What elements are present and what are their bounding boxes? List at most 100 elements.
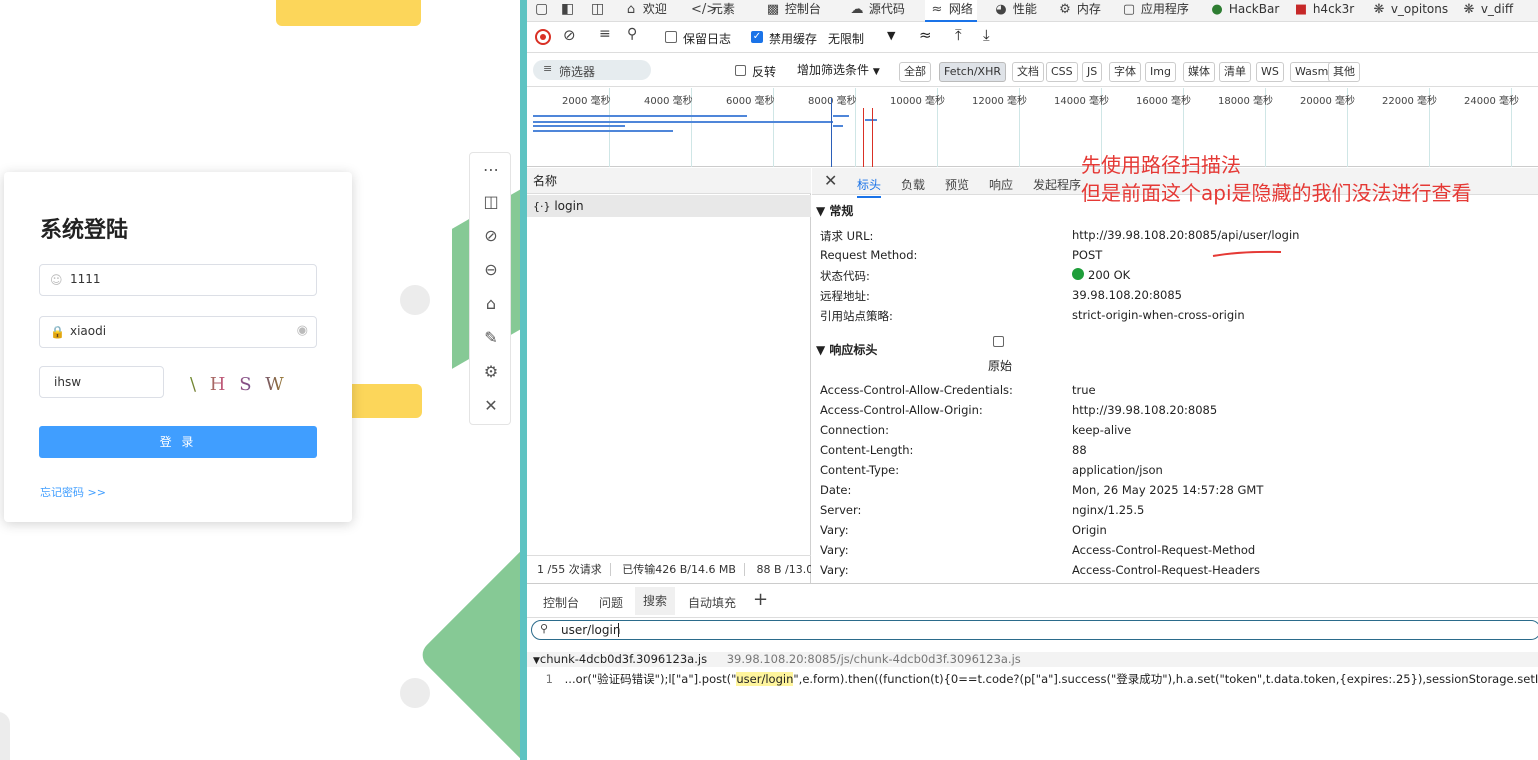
clear-icon[interactable]: ⊘ xyxy=(563,26,576,44)
tab-v-opitons[interactable]: ❋ v_opitons xyxy=(1371,0,1449,22)
chevron-down-icon[interactable]: ▼ xyxy=(887,29,895,42)
drawer-tab-autofill[interactable]: 自动填充 xyxy=(688,594,736,611)
export-icon[interactable]: ⤓ xyxy=(983,26,990,44)
forgot-password-link[interactable]: 忘记密码 >> xyxy=(40,484,106,500)
raw-checkbox[interactable] xyxy=(993,336,1004,347)
close-icon[interactable]: ✕ xyxy=(479,394,503,418)
dots-icon[interactable]: ⋯ xyxy=(479,158,503,182)
status-bar: 1 /55 次请求 已传输426 B/14.6 MB 88 B /13.0 xyxy=(527,555,811,583)
decor-green-shape-bottom xyxy=(416,541,522,760)
filter-chip[interactable]: Wasm xyxy=(1290,62,1334,82)
result-file-name: chunk-4dcb0d3f.3096123a.js xyxy=(539,652,708,666)
timeline-bar xyxy=(533,121,833,123)
panel-divider[interactable] xyxy=(520,0,527,760)
filter-chip[interactable]: 其他 xyxy=(1328,62,1360,82)
filter-chip[interactable]: Fetch/XHR xyxy=(939,62,1006,82)
drawer-tab-issues[interactable]: 问题 xyxy=(599,594,623,611)
tab-preview[interactable]: 预览 xyxy=(945,176,969,193)
header-key: Vary: xyxy=(820,563,849,577)
tab-h4ck3r[interactable]: ■ h4ck3r xyxy=(1293,0,1354,22)
disable-cache-checkbox[interactable]: ✓ xyxy=(751,31,763,43)
edit-icon[interactable]: ✎ xyxy=(479,326,503,350)
add-tab-icon[interactable]: + xyxy=(753,589,768,610)
tab-v-diff[interactable]: ❋ v_diff xyxy=(1461,0,1514,22)
line-number: 1 xyxy=(545,672,553,686)
network-timeline[interactable]: 2000 毫秒 4000 毫秒 6000 毫秒 8000 毫秒 10000 毫秒 1200… xyxy=(527,88,1538,167)
timeline-tick-label: 2000 毫秒 xyxy=(562,96,611,107)
username-field[interactable]: ☺ 1111 xyxy=(39,264,317,296)
login-button[interactable]: 登 录 xyxy=(39,426,317,458)
list-item[interactable]: {·} login xyxy=(527,195,811,217)
captcha-image[interactable]: \ H S W xyxy=(190,374,288,395)
header-key: 状态代码: xyxy=(820,269,870,283)
close-icon[interactable]: ✕ xyxy=(824,171,837,190)
filter-chip[interactable]: WS xyxy=(1256,62,1284,82)
general-section-header[interactable]: ▼ 常规 xyxy=(816,202,853,219)
record-icon[interactable] xyxy=(535,29,551,45)
caret-down-icon: ▼ xyxy=(533,656,540,666)
dom-content-loaded-marker xyxy=(831,98,832,167)
minus-circle-icon[interactable]: ⊖ xyxy=(479,258,503,282)
home-icon[interactable]: ⌂ xyxy=(479,292,503,316)
throttle-select[interactable]: 无限制 xyxy=(828,30,864,47)
filter-chip[interactable]: CSS xyxy=(1046,62,1078,82)
sidebar-icon[interactable]: ◫ xyxy=(479,190,503,214)
login-card: 系统登陆 ☺ 1111 🔒 xiaodi ◉ ihsw \ H S W 登 录 … xyxy=(4,172,352,522)
tab-memory[interactable]: ⚙ 内存 xyxy=(1057,0,1101,22)
tab-elements[interactable]: </> 元素 xyxy=(691,0,735,22)
drawer-tab-console[interactable]: 控制台 xyxy=(543,594,579,611)
filter-input[interactable]: ≡ 筛选器 xyxy=(533,60,651,80)
eye-off-icon[interactable]: ⊘ xyxy=(479,224,503,248)
dock-icon[interactable]: ◫ xyxy=(591,1,604,17)
timeline-tick-label: 16000 毫秒 xyxy=(1136,96,1191,107)
filter-chip[interactable]: JS xyxy=(1082,62,1103,82)
tab-performance[interactable]: ◕ 性能 xyxy=(993,0,1037,22)
filter-chip[interactable]: Img xyxy=(1145,62,1176,82)
filter-settings-icon[interactable]: ≡ xyxy=(599,26,611,42)
timeline-tick-label: 18000 毫秒 xyxy=(1218,96,1273,107)
load-marker xyxy=(863,108,864,167)
filter-chip[interactable]: 字体 xyxy=(1109,62,1141,82)
response-headers-section-header[interactable]: ▼ 响应标头 xyxy=(816,341,877,358)
search-result-line[interactable]: 1 ...or("验证码错误");l["a"].post("user/login… xyxy=(527,670,1538,688)
filter-chip[interactable]: 媒体 xyxy=(1183,62,1215,82)
tab-welcome[interactable]: ⌂ 欢迎 xyxy=(623,0,667,22)
header-value: Access-Control-Request-Headers xyxy=(1072,563,1260,577)
decor-yellow-mid xyxy=(346,384,422,418)
filter-chip[interactable]: 清单 xyxy=(1219,62,1251,82)
search-icon[interactable]: ⚲ xyxy=(627,26,637,42)
hacker-icon: ■ xyxy=(1294,2,1308,17)
devtools-panel: ▢ ◧ ◫ ⌂ 欢迎 </> 元素 ▩ 控制台 ☁ 源代码 ≈ 网络 ◕ 性能 … xyxy=(527,0,1538,760)
tab-headers[interactable]: 标头 xyxy=(857,176,882,198)
captcha-field[interactable]: ihsw xyxy=(39,366,164,398)
tab-payload[interactable]: 负载 xyxy=(901,176,925,193)
password-field[interactable]: 🔒 xiaodi ◉ xyxy=(39,316,317,348)
filter-chip[interactable]: 全部 xyxy=(899,62,931,82)
timeline-tick-label: 4000 毫秒 xyxy=(644,96,693,107)
preserve-log-checkbox[interactable] xyxy=(665,31,677,43)
eye-icon[interactable]: ◉ xyxy=(297,323,308,338)
name-column-header[interactable]: 名称 xyxy=(527,168,811,194)
tab-network[interactable]: ≈ 网络 xyxy=(925,0,977,22)
header-key: Content-Length: xyxy=(820,443,914,457)
tab-initiator[interactable]: 发起程序 xyxy=(1033,176,1081,193)
tab-application[interactable]: ▢ 应用程序 xyxy=(1121,0,1189,22)
tab-hackbar[interactable]: ● HackBar xyxy=(1209,0,1279,22)
invert-checkbox[interactable] xyxy=(735,65,746,76)
search-input[interactable]: ⚲ user/login xyxy=(531,620,1538,640)
device-icon[interactable]: ◧ xyxy=(561,1,574,17)
header-value: true xyxy=(1072,383,1096,397)
drawer-tab-search[interactable]: 搜索 xyxy=(635,587,676,615)
tab-console[interactable]: ▩ 控制台 xyxy=(765,0,821,22)
tab-sources[interactable]: ☁ 源代码 xyxy=(849,0,905,22)
search-result-file[interactable]: ▼chunk-4dcb0d3f.3096123a.js 39.98.108.20… xyxy=(527,652,1538,667)
tab-response[interactable]: 响应 xyxy=(989,176,1013,193)
page-title: 系统登陆 xyxy=(40,218,129,243)
annotation-line-1: 先使用路径扫描法 xyxy=(1081,153,1241,177)
filter-chip[interactable]: 文档 xyxy=(1012,62,1044,82)
network-conditions-icon[interactable]: ≈ xyxy=(919,26,932,44)
more-filters-dropdown[interactable]: 增加筛选条件 ▼ xyxy=(797,61,880,78)
import-icon[interactable]: ⤒ xyxy=(955,26,962,44)
gear-icon[interactable]: ⚙ xyxy=(479,360,503,384)
inspect-icon[interactable]: ▢ xyxy=(535,1,548,17)
